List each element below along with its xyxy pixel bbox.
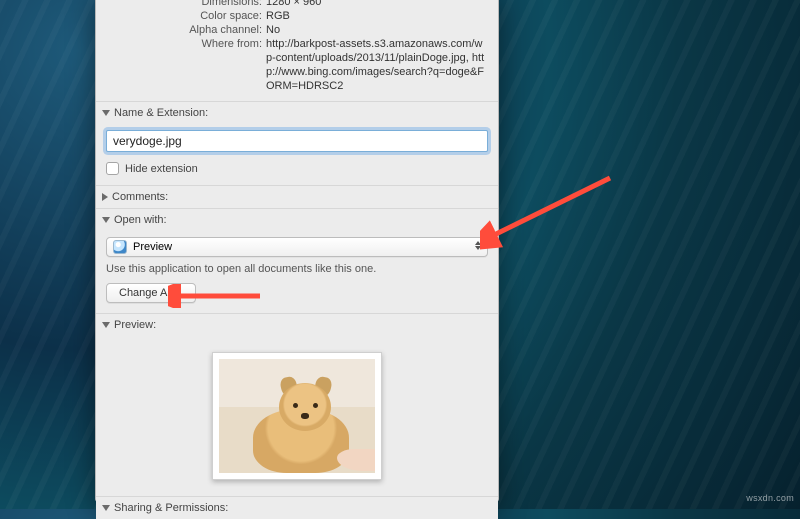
prop-row-wherefrom: Where from: http://barkpost-assets.s3.am…: [118, 37, 488, 93]
change-all-label: Change All…: [119, 287, 183, 299]
prop-row-dimensions: Dimensions: 1280 × 960: [118, 0, 488, 9]
disclosure-triangle-down-icon: [102, 110, 110, 116]
hide-extension-row[interactable]: Hide extension: [106, 162, 488, 175]
prop-row-alpha: Alpha channel: No: [118, 23, 488, 37]
section-comments[interactable]: Comments:: [96, 186, 498, 208]
get-info-panel: Dimensions: 1280 × 960 Color space: RGB …: [95, 0, 499, 502]
section-title: Open with:: [114, 214, 167, 226]
open-with-selected-label: Preview: [133, 241, 172, 253]
hide-extension-checkbox[interactable]: [106, 162, 119, 175]
open-with-dropdown[interactable]: Preview: [106, 237, 488, 257]
label-colorspace: Color space:: [118, 9, 266, 23]
updown-caret-icon: [475, 241, 481, 250]
filename-input[interactable]: [106, 130, 488, 152]
hide-extension-label: Hide extension: [125, 163, 198, 175]
preview-area: [96, 336, 498, 496]
section-title: Comments:: [112, 191, 168, 203]
open-with-hint: Use this application to open all documen…: [106, 263, 488, 275]
label-dimensions: Dimensions:: [118, 0, 266, 9]
section-preview[interactable]: Preview:: [96, 314, 498, 336]
disclosure-triangle-right-icon: [102, 193, 108, 201]
name-extension-body: Hide extension: [96, 124, 498, 185]
metadata-block: Dimensions: 1280 × 960 Color space: RGB …: [96, 0, 498, 101]
value-wherefrom: http://barkpost-assets.s3.amazonaws.com/…: [266, 37, 488, 93]
open-with-body: Preview Use this application to open all…: [96, 231, 498, 313]
section-open-with[interactable]: Open with:: [96, 209, 498, 231]
section-name-extension[interactable]: Name & Extension:: [96, 102, 498, 124]
section-title: Name & Extension:: [114, 107, 208, 119]
doge-image: [219, 359, 375, 473]
annotation-arrow-dropdown: [480, 170, 620, 250]
value-alpha: No: [266, 23, 488, 37]
label-wherefrom: Where from:: [118, 37, 266, 93]
section-title: Sharing & Permissions:: [114, 502, 228, 514]
section-title: Preview:: [114, 319, 156, 331]
prop-row-colorspace: Color space: RGB: [118, 9, 488, 23]
disclosure-triangle-down-icon: [102, 505, 110, 511]
label-alpha: Alpha channel:: [118, 23, 266, 37]
section-sharing-permissions[interactable]: Sharing & Permissions:: [96, 497, 498, 519]
preview-thumbnail: [212, 352, 382, 480]
change-all-button[interactable]: Change All…: [106, 283, 196, 303]
preview-app-icon: [113, 240, 127, 254]
value-dimensions: 1280 × 960: [266, 0, 488, 9]
disclosure-triangle-down-icon: [102, 322, 110, 328]
disclosure-triangle-down-icon: [102, 217, 110, 223]
watermark: wsxdn.com: [746, 493, 794, 503]
value-colorspace: RGB: [266, 9, 488, 23]
